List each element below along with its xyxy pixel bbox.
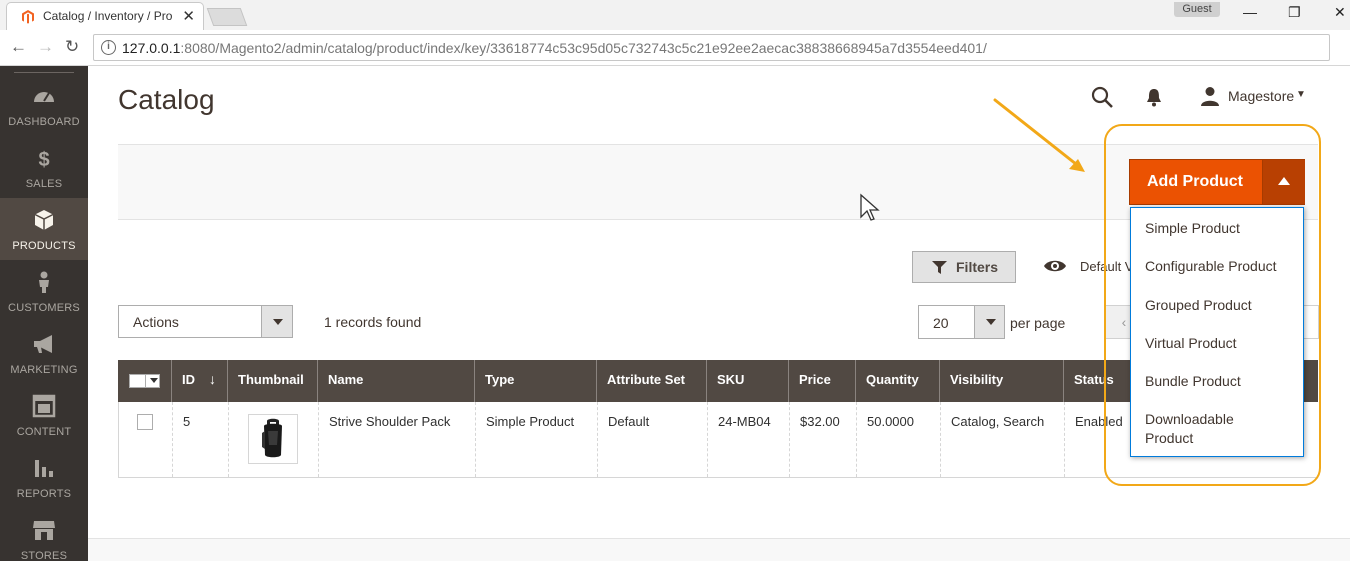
callout-arrow-icon: [993, 98, 1085, 172]
filters-button[interactable]: Filters: [912, 251, 1016, 283]
browser-toolbar: ← → ↻ i 127.0.0.1:8080/Magento2/admin/ca…: [0, 30, 1350, 66]
address-bar[interactable]: i 127.0.0.1:8080/Magento2/admin/catalog/…: [93, 34, 1330, 61]
row-checkbox[interactable]: [137, 414, 153, 430]
column-header-sku[interactable]: SKU: [706, 360, 788, 402]
sidebar-item-customers[interactable]: CUSTOMERS: [0, 260, 88, 322]
funnel-icon: [932, 261, 947, 274]
mass-actions-value: Actions: [133, 314, 179, 330]
mass-actions-select[interactable]: Actions: [118, 305, 293, 338]
browser-tabstrip: Catalog / Inventory / Pro ✕ Guest — ❐ ✕: [0, 0, 1350, 30]
column-header-name[interactable]: Name: [317, 360, 474, 402]
cell-quantity: 50.0000: [856, 402, 940, 477]
page-title: Catalog: [118, 84, 215, 115]
sidebar-item-label: MARKETING: [10, 364, 78, 376]
per-page-select[interactable]: 20: [918, 305, 1005, 339]
url-text: 127.0.0.1:8080/Magento2/admin/catalog/pr…: [122, 40, 987, 56]
cell-id: 5: [172, 402, 228, 477]
sidebar-item-label: CUSTOMERS: [8, 302, 80, 314]
cell-select: [119, 402, 172, 477]
column-header-quantity[interactable]: Quantity: [855, 360, 939, 402]
cell-visibility: Catalog, Search: [940, 402, 1064, 477]
sidebar-item-dashboard[interactable]: DASHBOARD: [0, 74, 88, 136]
mouse-cursor-icon: [860, 193, 880, 221]
page-footer: [88, 538, 1350, 561]
chevron-down-icon[interactable]: [261, 306, 292, 337]
sidebar-item-label: STORES: [20, 550, 68, 562]
sidebar-item-label: CONTENT: [16, 426, 72, 438]
cell-sku: 24-MB04: [707, 402, 789, 477]
bell-icon[interactable]: [1145, 87, 1163, 107]
sidebar-item-label: PRODUCTS: [12, 240, 76, 252]
sidebar-item-label: DASHBOARD: [8, 116, 80, 128]
eye-icon[interactable]: [1043, 258, 1067, 274]
username[interactable]: Magestore: [1228, 88, 1294, 104]
cell-type: Simple Product: [475, 402, 597, 477]
highlight-outline: [1104, 124, 1321, 486]
mass-select-checkbox[interactable]: [129, 374, 160, 388]
sidebar-item-content[interactable]: CONTENT: [0, 384, 88, 446]
reload-icon[interactable]: ↻: [65, 37, 79, 57]
user-avatar-icon[interactable]: [1200, 86, 1220, 106]
cell-thumbnail: [228, 402, 318, 477]
maximize-icon[interactable]: ❐: [1288, 4, 1301, 21]
records-count: 1 records found: [324, 314, 422, 330]
info-icon[interactable]: i: [101, 40, 116, 55]
minimize-icon[interactable]: —: [1243, 4, 1257, 20]
new-tab-button[interactable]: [206, 8, 248, 26]
user-menu-caret-icon[interactable]: ▼: [1296, 89, 1306, 100]
layout-icon: [32, 394, 56, 418]
filters-label: Filters: [956, 259, 999, 275]
bar-chart-icon: [35, 460, 53, 477]
chevron-down-icon[interactable]: [974, 306, 1004, 338]
sidebar-item-label: REPORTS: [16, 488, 72, 500]
sort-arrow-icon[interactable]: ↓: [209, 371, 216, 387]
sidebar-item-marketing[interactable]: MARKETING: [0, 322, 88, 384]
person-icon: [39, 271, 49, 293]
tab-title: Catalog / Inventory / Pro: [43, 9, 173, 23]
url-host: 127.0.0.1: [122, 40, 181, 56]
cell-price: $32.00: [789, 402, 856, 477]
megaphone-icon: [34, 335, 52, 353]
forward-arrow-icon[interactable]: →: [37, 37, 54, 57]
column-header-id[interactable]: ID ↓: [171, 360, 227, 402]
tab-close-icon[interactable]: ✕: [182, 7, 195, 25]
sidebar-item-label: SALES: [25, 178, 63, 190]
per-page-value: 20: [933, 315, 949, 331]
cube-icon: [34, 210, 54, 230]
cell-attribute-set: Default: [597, 402, 707, 477]
dashboard-icon: [34, 92, 54, 102]
url-path: :8080/Magento2/admin/catalog/product/ind…: [180, 40, 987, 56]
back-arrow-icon[interactable]: ←: [10, 37, 27, 57]
cell-name: Strive Shoulder Pack: [318, 402, 475, 477]
column-header-type[interactable]: Type: [474, 360, 596, 402]
dollar-icon: $: [38, 149, 49, 170]
sidebar-divider: [14, 72, 74, 73]
sidebar-item-sales[interactable]: $ SALES: [0, 136, 88, 198]
sidebar-item-products[interactable]: PRODUCTS: [0, 198, 88, 260]
backpack-icon: [262, 418, 282, 458]
column-header-visibility[interactable]: Visibility: [939, 360, 1063, 402]
profile-badge[interactable]: Guest: [1174, 2, 1220, 17]
magento-logo-icon: [22, 10, 34, 24]
column-header-attribute-set[interactable]: Attribute Set: [596, 360, 706, 402]
column-select[interactable]: [118, 360, 171, 402]
column-header-thumbnail[interactable]: Thumbnail: [227, 360, 317, 402]
chevron-down-icon[interactable]: [150, 378, 158, 383]
column-header-price[interactable]: Price: [788, 360, 855, 402]
svg-text:$: $: [38, 149, 49, 170]
admin-sidebar: DASHBOARD $ SALES PRODUCTS CUSTOMERS MAR…: [0, 66, 88, 562]
window-close-icon[interactable]: ✕: [1334, 4, 1346, 21]
sidebar-item-reports[interactable]: REPORTS: [0, 446, 88, 508]
per-page-label: per page: [1010, 315, 1066, 331]
browser-tab[interactable]: Catalog / Inventory / Pro ✕: [6, 2, 204, 30]
product-thumbnail[interactable]: [248, 414, 298, 464]
store-icon: [33, 521, 55, 540]
